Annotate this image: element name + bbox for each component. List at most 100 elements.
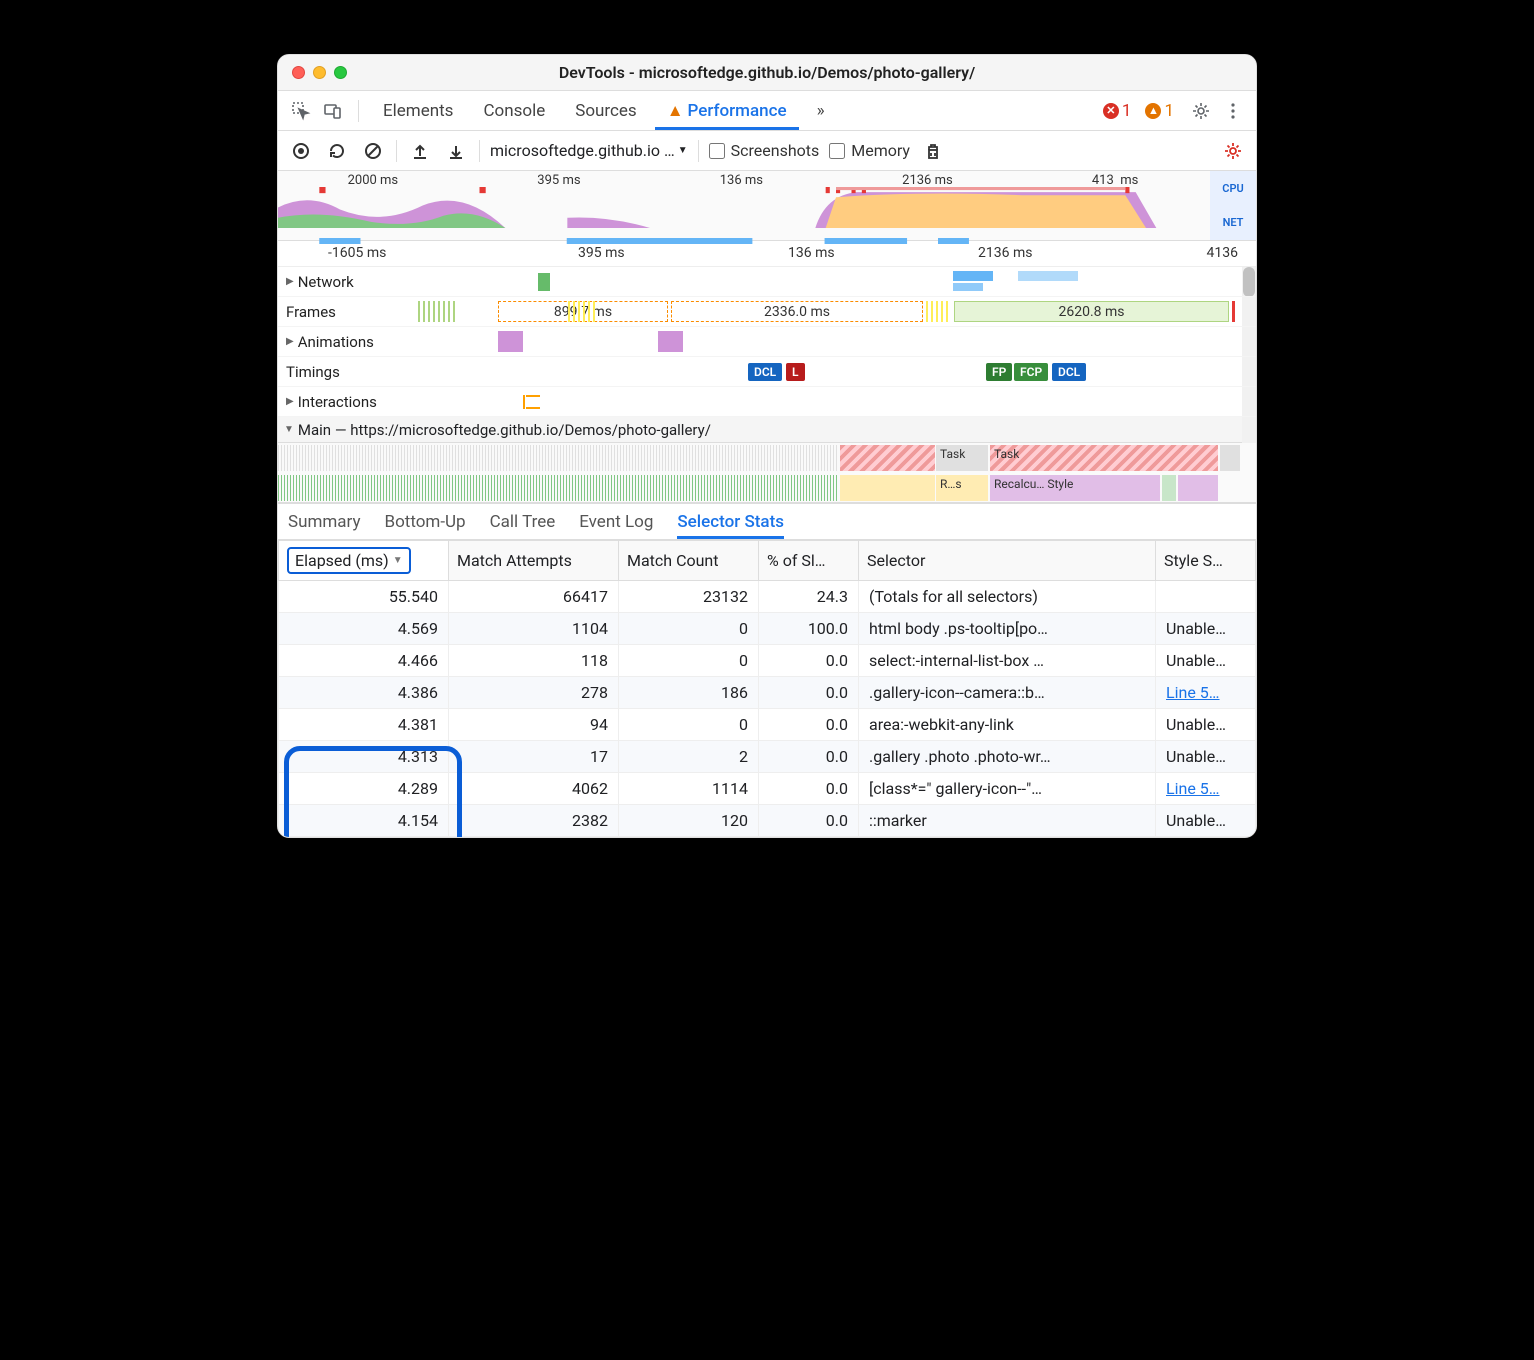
- table-row[interactable]: 4.46611800.0select:-internal-list-box …U…: [279, 645, 1256, 677]
- warning-badge[interactable]: ▲ 1: [1145, 101, 1174, 121]
- upload-button[interactable]: [407, 138, 433, 164]
- table-row[interactable]: 4.3819400.0area:-webkit-any-linkUnable…: [279, 709, 1256, 741]
- garbage-collect-button[interactable]: [920, 138, 946, 164]
- animations-label: Animations: [298, 333, 374, 351]
- table-row[interactable]: 4.3131720.0.gallery .photo .photo-wr…Una…: [279, 741, 1256, 773]
- rs-block: R…s: [940, 477, 962, 491]
- tab-sources[interactable]: Sources: [563, 91, 648, 130]
- record-button[interactable]: [288, 138, 314, 164]
- devtools-window: DevTools - microsoftedge.github.io/Demos…: [277, 54, 1257, 838]
- cell-elapsed: 4.569: [279, 613, 449, 645]
- col-selector[interactable]: Selector: [859, 541, 1156, 581]
- table-row[interactable]: 4.3862781860.0.gallery-icon--camera::b…L…: [279, 677, 1256, 709]
- col-count[interactable]: Match Count: [619, 541, 759, 581]
- error-icon: ✕: [1103, 103, 1119, 119]
- error-badge[interactable]: ✕ 1: [1103, 101, 1132, 121]
- memory-checkbox[interactable]: Memory: [829, 141, 910, 160]
- cell-elapsed: 4.289: [279, 773, 449, 805]
- zoom-icon[interactable]: [334, 66, 347, 79]
- reload-button[interactable]: [324, 138, 350, 164]
- cell-slow: 0.0: [759, 677, 859, 709]
- titlebar: DevTools - microsoftedge.github.io/Demos…: [278, 55, 1256, 91]
- cell-attempts: 2382: [449, 805, 619, 837]
- warning-icon: ▲: [667, 101, 684, 121]
- col-slow[interactable]: % of Sl…: [759, 541, 859, 581]
- col-style[interactable]: Style S…: [1156, 541, 1256, 581]
- cell-style[interactable]: Line 5…: [1156, 677, 1256, 709]
- timeline-ruler[interactable]: -1605 ms 395 ms 136 ms 2136 ms 4136: [278, 241, 1256, 267]
- main-thread-header[interactable]: ▼ Main — https://microsoftedge.github.io…: [278, 417, 1256, 443]
- tab-console[interactable]: Console: [471, 91, 557, 130]
- ov-time-3: 136 ms: [720, 173, 763, 188]
- dtab-calltree[interactable]: Call Tree: [490, 504, 556, 539]
- tab-elements[interactable]: Elements: [371, 91, 465, 130]
- table-row[interactable]: 4.15423821200.0::markerUnable…: [279, 805, 1256, 837]
- cell-style: Unable…: [1156, 709, 1256, 741]
- dtab-selectorstats[interactable]: Selector Stats: [677, 504, 784, 539]
- cell-count: 0: [619, 709, 759, 741]
- cell-style: Unable…: [1156, 613, 1256, 645]
- minimize-icon[interactable]: [313, 66, 326, 79]
- cell-count: 186: [619, 677, 759, 709]
- col-elapsed[interactable]: Elapsed (ms)▼: [279, 541, 449, 581]
- cell-selector: ::marker: [859, 805, 1156, 837]
- frames-label: Frames: [286, 303, 336, 321]
- error-count: 1: [1122, 101, 1132, 121]
- cell-style[interactable]: Line 5…: [1156, 773, 1256, 805]
- cell-slow: 24.3: [759, 581, 859, 613]
- tab-performance-label: Performance: [688, 101, 787, 121]
- tab-more[interactable]: »: [805, 91, 837, 130]
- cell-count: 0: [619, 645, 759, 677]
- fp-marker: FP: [986, 363, 1012, 381]
- cell-slow: 0.0: [759, 645, 859, 677]
- download-button[interactable]: [443, 138, 469, 164]
- details-tabs: Summary Bottom-Up Call Tree Event Log Se…: [278, 504, 1256, 540]
- track-area: ▶Network Frames 899.7 ms 2336.0 ms 2620.…: [278, 267, 1256, 504]
- screenshots-checkbox[interactable]: Screenshots: [709, 141, 820, 160]
- inspect-icon[interactable]: [288, 98, 314, 124]
- kebab-icon[interactable]: [1220, 98, 1246, 124]
- frame-3: 2620.8 ms: [1058, 304, 1124, 320]
- col-attempts[interactable]: Match Attempts: [449, 541, 619, 581]
- cell-elapsed: 4.386: [279, 677, 449, 709]
- track-network[interactable]: ▶Network: [278, 267, 1256, 297]
- warning-count: 1: [1164, 101, 1174, 121]
- disclosure-icon: ▶: [286, 336, 294, 347]
- table-row[interactable]: 55.540664172313224.3(Totals for all sele…: [279, 581, 1256, 613]
- overview-sidebar: CPU NET: [1210, 171, 1256, 240]
- cell-selector: select:-internal-list-box …: [859, 645, 1156, 677]
- device-toggle-icon[interactable]: [320, 98, 346, 124]
- table-row[interactable]: 4.289406211140.0[class*=" gallery-icon--…: [279, 773, 1256, 805]
- gear-icon[interactable]: [1188, 98, 1214, 124]
- dtab-eventlog[interactable]: Event Log: [579, 504, 653, 539]
- dtab-summary[interactable]: Summary: [288, 504, 360, 539]
- window-title: DevTools - microsoftedge.github.io/Demos…: [290, 63, 1244, 82]
- interactions-label: Interactions: [298, 393, 377, 411]
- cell-style: Unable…: [1156, 805, 1256, 837]
- track-frames[interactable]: Frames 899.7 ms 2336.0 ms 2620.8 ms: [278, 297, 1256, 327]
- ruler-4: 2136 ms: [978, 245, 1032, 261]
- sort-desc-icon: ▼: [393, 555, 403, 566]
- ov-time-1: 2000 ms: [348, 173, 399, 188]
- dtab-bottomup[interactable]: Bottom-Up: [384, 504, 465, 539]
- fcp-marker: FCP: [1014, 363, 1048, 381]
- cell-elapsed: 4.381: [279, 709, 449, 741]
- clear-button[interactable]: [360, 138, 386, 164]
- disclosure-icon: ▶: [286, 396, 294, 407]
- target-select[interactable]: microsoftedge.github.io … ▼: [490, 141, 688, 160]
- track-interactions[interactable]: ▶ Interactions: [278, 387, 1256, 417]
- overview-strip[interactable]: 2000 ms 395 ms 136 ms 2136 ms 413 ms: [278, 171, 1256, 241]
- capture-settings-icon[interactable]: [1220, 138, 1246, 164]
- cell-slow: 0.0: [759, 805, 859, 837]
- close-icon[interactable]: [292, 66, 305, 79]
- table-row[interactable]: 4.56911040100.0html body .ps-tooltip[po……: [279, 613, 1256, 645]
- flame-chart[interactable]: Task Task R…s Recalcu… Style: [278, 443, 1256, 503]
- tab-performance[interactable]: ▲ Performance: [655, 91, 799, 130]
- warning-icon: ▲: [1145, 103, 1161, 119]
- track-animations[interactable]: ▶ Animations: [278, 327, 1256, 357]
- track-timings[interactable]: Timings DCL L FP FCP DCL LCP L: [278, 357, 1256, 387]
- cell-elapsed: 4.466: [279, 645, 449, 677]
- cell-elapsed: 55.540: [279, 581, 449, 613]
- cell-attempts: 66417: [449, 581, 619, 613]
- cell-count: 0: [619, 613, 759, 645]
